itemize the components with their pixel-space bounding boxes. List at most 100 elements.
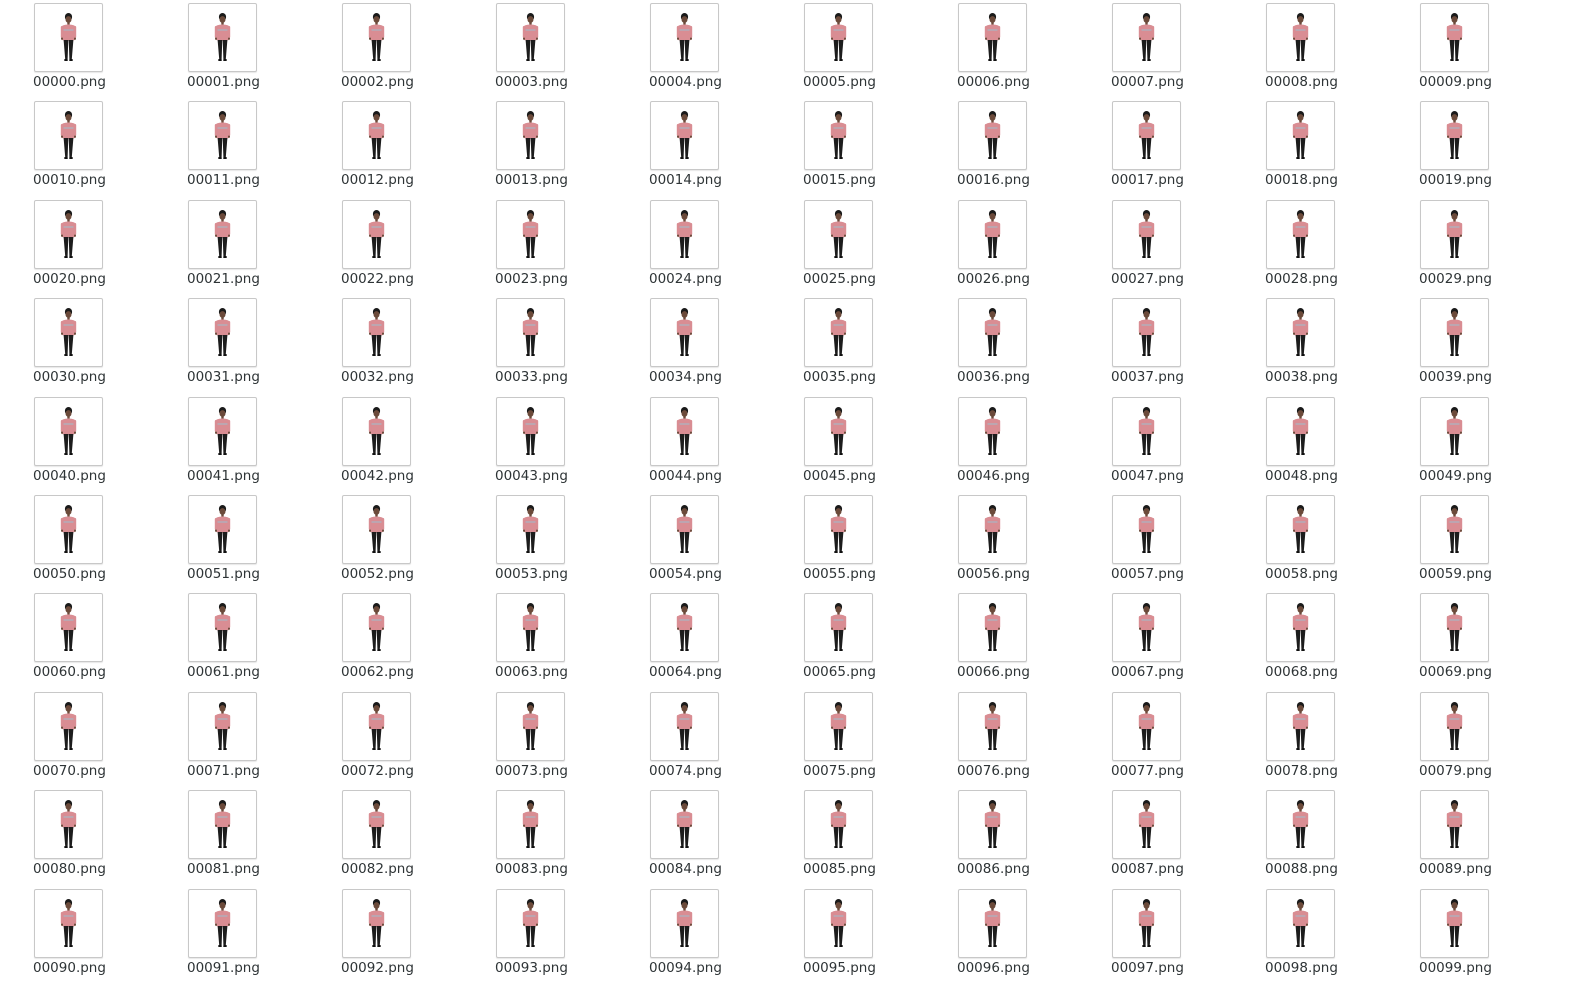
file-item[interactable]: 00072.png (341, 689, 481, 785)
file-thumbnail[interactable] (342, 396, 411, 466)
file-thumbnail[interactable] (958, 790, 1027, 860)
file-thumbnail[interactable] (34, 3, 103, 72)
file-thumbnail[interactable] (958, 298, 1027, 368)
file-thumbnail[interactable] (342, 888, 411, 958)
file-item[interactable]: 00051.png (187, 492, 327, 588)
file-thumbnail[interactable] (1266, 298, 1335, 368)
file-thumbnail[interactable] (1420, 790, 1489, 860)
file-thumbnail[interactable] (1420, 199, 1489, 269)
file-thumbnail[interactable] (804, 790, 873, 860)
file-thumbnail[interactable] (650, 298, 719, 368)
file-thumbnail[interactable] (1266, 790, 1335, 860)
file-item[interactable]: 00008.png (1265, 0, 1405, 96)
file-thumbnail[interactable] (958, 3, 1027, 72)
file-thumbnail[interactable] (804, 691, 873, 761)
file-item[interactable]: 00002.png (341, 0, 481, 96)
file-thumbnail[interactable] (1112, 691, 1181, 761)
file-item[interactable]: 00056.png (957, 492, 1097, 588)
file-thumbnail[interactable] (342, 593, 411, 663)
file-item[interactable]: 00081.png (187, 787, 327, 883)
file-thumbnail[interactable] (650, 396, 719, 466)
file-thumbnail[interactable] (188, 593, 257, 663)
file-thumbnail[interactable] (188, 495, 257, 564)
file-item[interactable]: 00057.png (1111, 492, 1251, 588)
file-item[interactable]: 00068.png (1265, 590, 1405, 686)
file-thumbnail[interactable] (650, 888, 719, 958)
file-thumbnail[interactable] (496, 298, 565, 368)
file-item[interactable]: 00059.png (1419, 492, 1559, 588)
file-item[interactable]: 00025.png (803, 197, 943, 293)
file-item[interactable]: 00048.png (1265, 394, 1405, 490)
file-thumbnail[interactable] (804, 396, 873, 466)
file-item[interactable]: 00094.png (649, 886, 789, 982)
file-thumbnail[interactable] (1420, 888, 1489, 958)
file-item[interactable]: 00046.png (957, 394, 1097, 490)
file-item[interactable]: 00030.png (33, 295, 173, 391)
file-item[interactable]: 00093.png (495, 886, 635, 982)
file-thumbnail[interactable] (958, 593, 1027, 663)
file-thumbnail[interactable] (188, 888, 257, 958)
file-thumbnail[interactable] (342, 691, 411, 761)
file-item[interactable]: 00015.png (803, 98, 943, 194)
file-item[interactable]: 00073.png (495, 689, 635, 785)
file-item[interactable]: 00042.png (341, 394, 481, 490)
file-thumbnail[interactable] (342, 199, 411, 269)
file-thumbnail[interactable] (958, 396, 1027, 466)
file-item[interactable]: 00055.png (803, 492, 943, 588)
file-thumbnail[interactable] (34, 593, 103, 663)
file-thumbnail[interactable] (34, 888, 103, 958)
file-item[interactable]: 00017.png (1111, 98, 1251, 194)
file-item[interactable]: 00018.png (1265, 98, 1405, 194)
file-thumbnail[interactable] (650, 593, 719, 663)
file-item[interactable]: 00006.png (957, 0, 1097, 96)
file-item[interactable]: 00003.png (495, 0, 635, 96)
file-item[interactable]: 00085.png (803, 787, 943, 883)
file-thumbnail[interactable] (188, 101, 257, 171)
file-item[interactable]: 00075.png (803, 689, 943, 785)
file-item[interactable]: 00082.png (341, 787, 481, 883)
file-item[interactable]: 00070.png (33, 689, 173, 785)
file-thumbnail[interactable] (650, 691, 719, 761)
file-item[interactable]: 00034.png (649, 295, 789, 391)
file-thumbnail[interactable] (34, 396, 103, 466)
file-thumbnail[interactable] (1112, 790, 1181, 860)
file-item[interactable]: 00076.png (957, 689, 1097, 785)
file-thumbnail[interactable] (1112, 495, 1181, 564)
file-item[interactable]: 00032.png (341, 295, 481, 391)
file-item[interactable]: 00054.png (649, 492, 789, 588)
file-thumbnail[interactable] (496, 495, 565, 564)
file-item[interactable]: 00087.png (1111, 787, 1251, 883)
file-item[interactable]: 00037.png (1111, 295, 1251, 391)
file-thumbnail[interactable] (1112, 888, 1181, 958)
file-item[interactable]: 00080.png (33, 787, 173, 883)
file-thumbnail[interactable] (34, 790, 103, 860)
file-item[interactable]: 00001.png (187, 0, 327, 96)
file-thumbnail[interactable] (1266, 3, 1335, 72)
file-thumbnail[interactable] (958, 888, 1027, 958)
file-thumbnail[interactable] (650, 790, 719, 860)
file-item[interactable]: 00064.png (649, 590, 789, 686)
file-item[interactable]: 00011.png (187, 98, 327, 194)
file-thumbnail[interactable] (1420, 593, 1489, 663)
file-item[interactable]: 00045.png (803, 394, 943, 490)
file-item[interactable]: 00050.png (33, 492, 173, 588)
file-item[interactable]: 00013.png (495, 98, 635, 194)
file-item[interactable]: 00036.png (957, 295, 1097, 391)
file-item[interactable]: 00005.png (803, 0, 943, 96)
file-thumbnail[interactable] (650, 495, 719, 564)
file-item[interactable]: 00023.png (495, 197, 635, 293)
file-item[interactable]: 00035.png (803, 295, 943, 391)
file-item[interactable]: 00099.png (1419, 886, 1559, 982)
file-thumbnail[interactable] (1266, 888, 1335, 958)
file-item[interactable]: 00031.png (187, 295, 327, 391)
file-thumbnail[interactable] (34, 199, 103, 269)
file-item[interactable]: 00021.png (187, 197, 327, 293)
file-item[interactable]: 00040.png (33, 394, 173, 490)
file-thumbnail[interactable] (496, 593, 565, 663)
file-item[interactable]: 00010.png (33, 98, 173, 194)
file-item[interactable]: 00053.png (495, 492, 635, 588)
file-thumbnail[interactable] (1112, 593, 1181, 663)
file-thumbnail[interactable] (496, 888, 565, 958)
file-thumbnail[interactable] (1266, 199, 1335, 269)
file-item[interactable]: 00079.png (1419, 689, 1559, 785)
